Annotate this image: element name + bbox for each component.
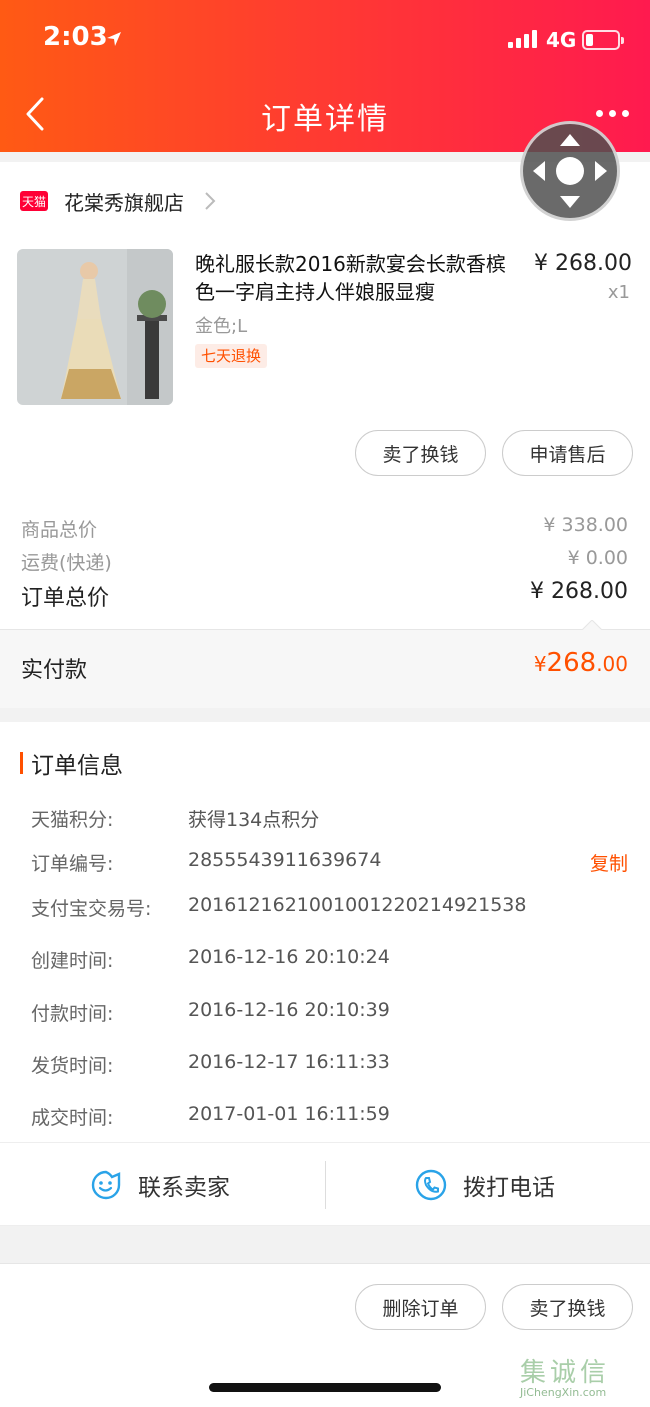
product-image[interactable] (17, 249, 173, 405)
call-phone-label: 拨打电话 (463, 1175, 555, 1201)
amount-paid-label: 实付款 (21, 658, 88, 683)
order-info-heading: 订单信息 (20, 746, 123, 780)
amount-paid-row: 实付款 ¥268.00 (0, 620, 650, 708)
order-info-title: 订单信息 (31, 753, 123, 779)
info-label: 成交时间: (31, 1107, 114, 1129)
delete-order-button[interactable]: 删除订单 (355, 1284, 486, 1330)
info-label: 天猫积分: (31, 809, 114, 831)
watermark-logo: 集诚信 JiChengXin.com (520, 1358, 611, 1399)
product-sku: 金色;L (195, 316, 248, 337)
shipping-value: ¥ 0.00 (567, 547, 628, 569)
chat-face-icon (91, 1170, 121, 1200)
product-price: ¥ 268.00 (534, 251, 632, 276)
store-name: 花棠秀旗舰店 (64, 190, 184, 215)
info-value: 2016-12-17 16:11:33 (188, 1051, 390, 1073)
info-label: 发货时间: (31, 1055, 114, 1077)
info-value: 2017-01-01 16:11:59 (188, 1103, 390, 1125)
contact-seller-button[interactable]: 联系卖家 (90, 1143, 230, 1227)
chevron-right-icon (205, 192, 216, 210)
info-value: 2016-12-16 20:10:24 (188, 946, 390, 968)
caret-up-icon (582, 620, 602, 630)
accent-bar (20, 752, 23, 774)
info-value: 2016-12-16 20:10:39 (188, 999, 390, 1021)
store-row[interactable]: 天猫 花棠秀旗舰店 (20, 174, 216, 228)
sell-for-cash-bottom-button[interactable]: 卖了换钱 (502, 1284, 633, 1330)
order-info-card (0, 722, 650, 1142)
phone-icon (415, 1169, 447, 1201)
goods-total-label: 商品总价 (21, 519, 98, 541)
info-value: 获得134点积分 (188, 809, 320, 831)
contact-seller-label: 联系卖家 (138, 1175, 230, 1201)
dpad-icon (533, 134, 607, 208)
shipping-label: 运费(快递) (21, 552, 112, 574)
product-title[interactable]: 晚礼服长款2016新款宴会长款香槟色一字肩主持人伴娘服显瘦 (195, 250, 525, 306)
call-phone-button[interactable]: 拨打电话 (415, 1143, 555, 1227)
copy-order-number-button[interactable]: 复制 (590, 849, 628, 876)
tmall-badge: 天猫 (20, 191, 48, 211)
product-quantity: x1 (607, 282, 630, 303)
sell-for-cash-button[interactable]: 卖了换钱 (355, 430, 486, 476)
info-label: 订单编号: (31, 853, 114, 875)
info-value: 2855543911639674 (188, 849, 382, 871)
after-sale-button[interactable]: 申请售后 (502, 430, 633, 476)
home-indicator[interactable] (209, 1383, 441, 1392)
assistive-touch-button[interactable] (520, 121, 620, 221)
info-value: 2016121621001001220214921538 (188, 894, 527, 916)
network-type: 4G (546, 28, 577, 52)
more-menu-icon[interactable] (596, 110, 630, 120)
return-policy-tag: 七天退换 (195, 344, 268, 368)
contact-row: 联系卖家 拨打电话 (0, 1142, 650, 1226)
info-label: 支付宝交易号: (31, 898, 152, 920)
divider (325, 1161, 326, 1209)
battery-icon (582, 30, 624, 50)
order-total-value: ¥ 268.00 (530, 579, 628, 604)
signal-icon (508, 30, 538, 48)
location-arrow-icon (107, 32, 121, 46)
info-label: 付款时间: (31, 1003, 114, 1025)
info-label: 创建时间: (31, 950, 114, 972)
status-time: 2:03 (43, 22, 108, 52)
amount-paid-value: ¥268.00 (533, 648, 628, 678)
goods-total-value: ¥ 338.00 (543, 514, 628, 536)
order-total-label: 订单总价 (21, 586, 110, 611)
